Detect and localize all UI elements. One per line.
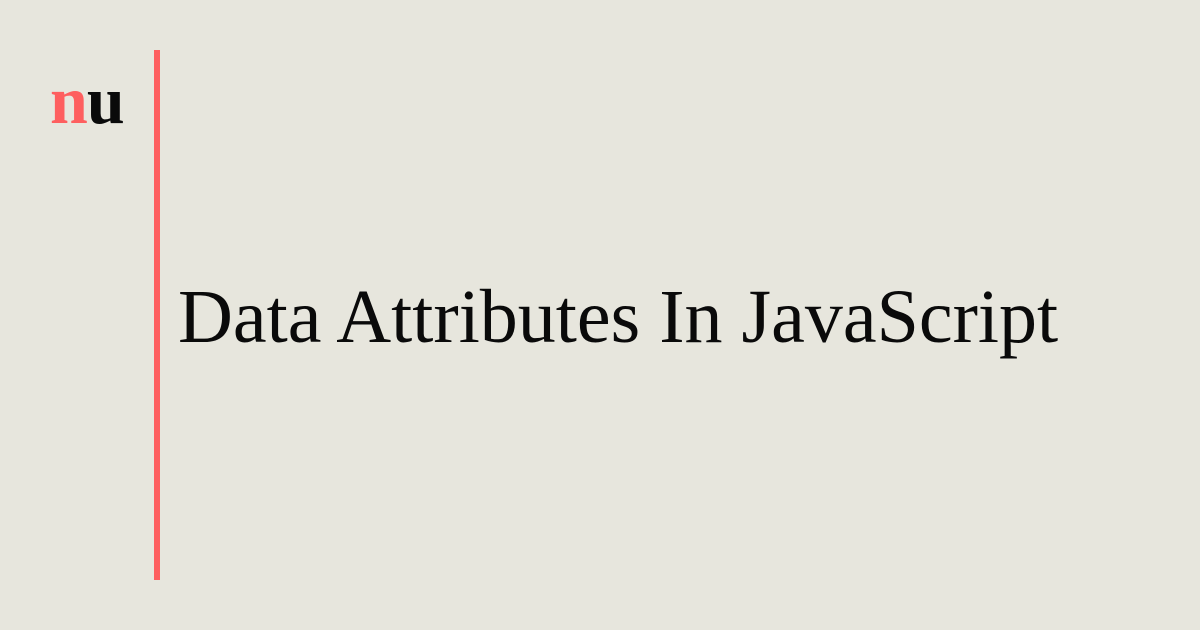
- vertical-divider: [154, 50, 160, 580]
- site-logo[interactable]: nu: [50, 60, 125, 140]
- logo-letter-n: n: [50, 62, 88, 138]
- logo-letter-u: u: [86, 62, 125, 138]
- page-title: Data Attributes In JavaScript: [178, 275, 1059, 359]
